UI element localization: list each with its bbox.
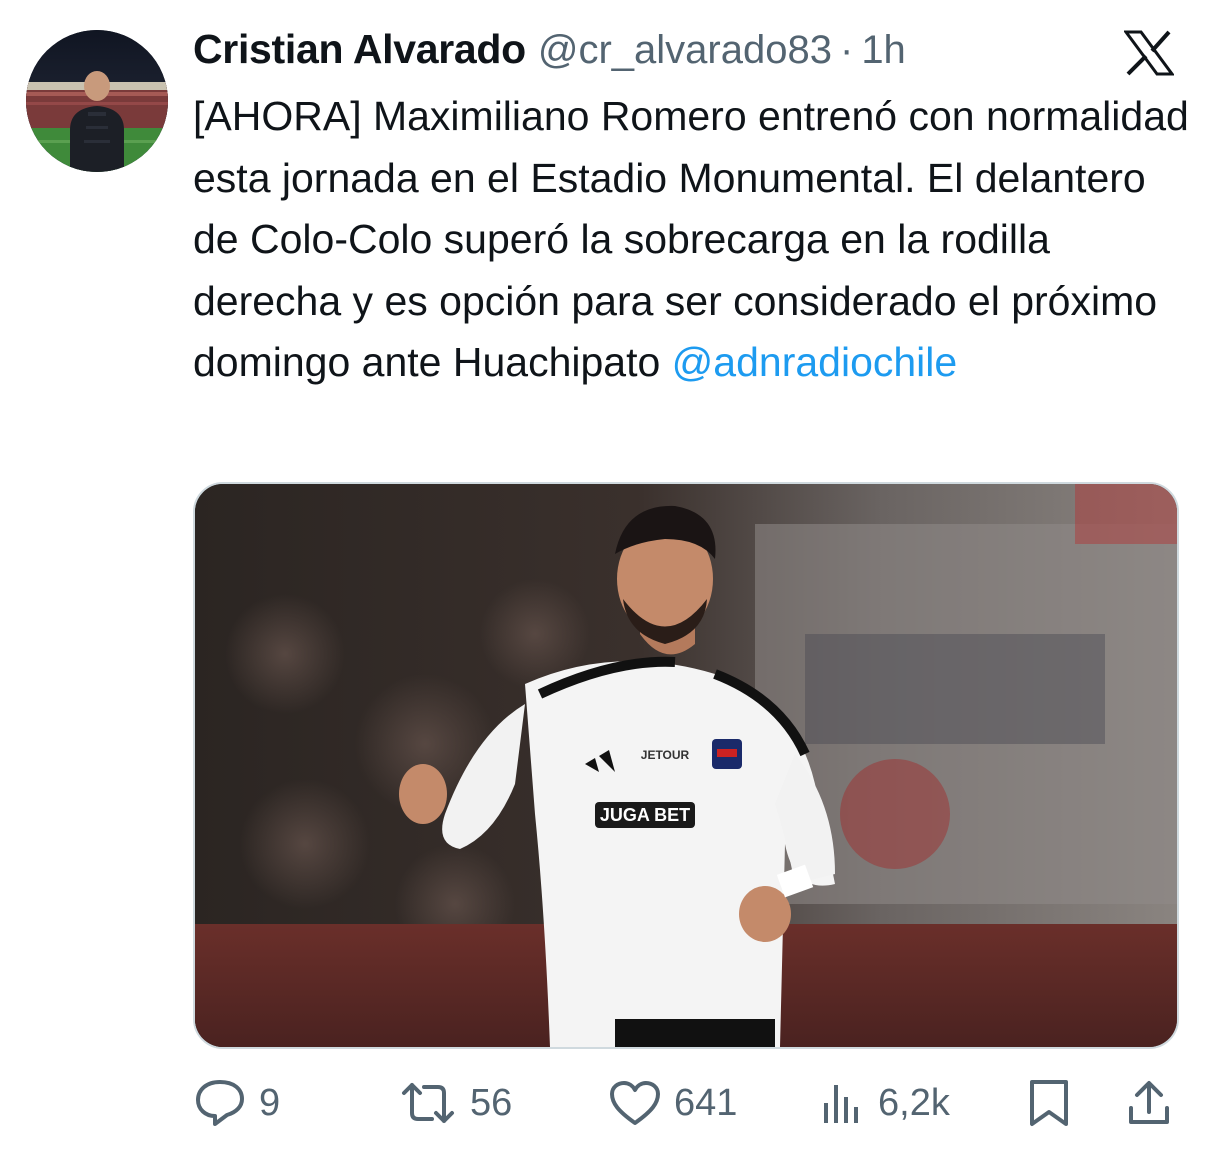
reply-icon bbox=[196, 1080, 244, 1126]
author-display-name[interactable]: Cristian Alvarado bbox=[193, 26, 526, 73]
tweet-card[interactable]: Cristian Alvarado @cr_alvarado83 · 1h [A… bbox=[0, 0, 1206, 1156]
tweet-header: Cristian Alvarado @cr_alvarado83 · 1h bbox=[193, 26, 906, 78]
tweet-actions: 9 56 641 6,2k bbox=[193, 1068, 1183, 1138]
tweet-timestamp[interactable]: 1h bbox=[861, 28, 906, 73]
bookmark-button[interactable] bbox=[1026, 1068, 1072, 1138]
author-handle[interactable]: @cr_alvarado83 bbox=[538, 28, 832, 73]
like-button[interactable]: 641 bbox=[608, 1068, 737, 1138]
header-separator: · bbox=[839, 28, 854, 72]
reply-count: 9 bbox=[259, 1081, 281, 1124]
shirt-brand-text: JETOUR bbox=[641, 748, 690, 762]
views-count: 6,2k bbox=[878, 1081, 950, 1124]
views-button[interactable]: 6,2k bbox=[818, 1068, 950, 1138]
avatar[interactable] bbox=[26, 30, 168, 172]
share-icon bbox=[1129, 1081, 1169, 1124]
bookmark-icon bbox=[1030, 1080, 1068, 1126]
shirt-sponsor-text: JUGA BET bbox=[600, 805, 690, 825]
reply-button[interactable]: 9 bbox=[193, 1068, 280, 1138]
tweet-media-image[interactable]: JUGA BET JETOUR bbox=[193, 482, 1179, 1049]
share-button[interactable] bbox=[1125, 1068, 1173, 1138]
repost-button[interactable]: 56 bbox=[398, 1068, 512, 1138]
x-logo-icon[interactable] bbox=[1123, 30, 1175, 76]
mention-link[interactable]: @adnradiochile bbox=[672, 339, 958, 385]
views-icon bbox=[824, 1085, 858, 1123]
repost-count: 56 bbox=[470, 1081, 513, 1124]
like-icon bbox=[610, 1081, 660, 1125]
like-count: 641 bbox=[674, 1081, 738, 1124]
tweet-text: [AHORA] Maximiliano Romero entrenó con n… bbox=[193, 86, 1193, 394]
repost-icon bbox=[402, 1083, 454, 1123]
